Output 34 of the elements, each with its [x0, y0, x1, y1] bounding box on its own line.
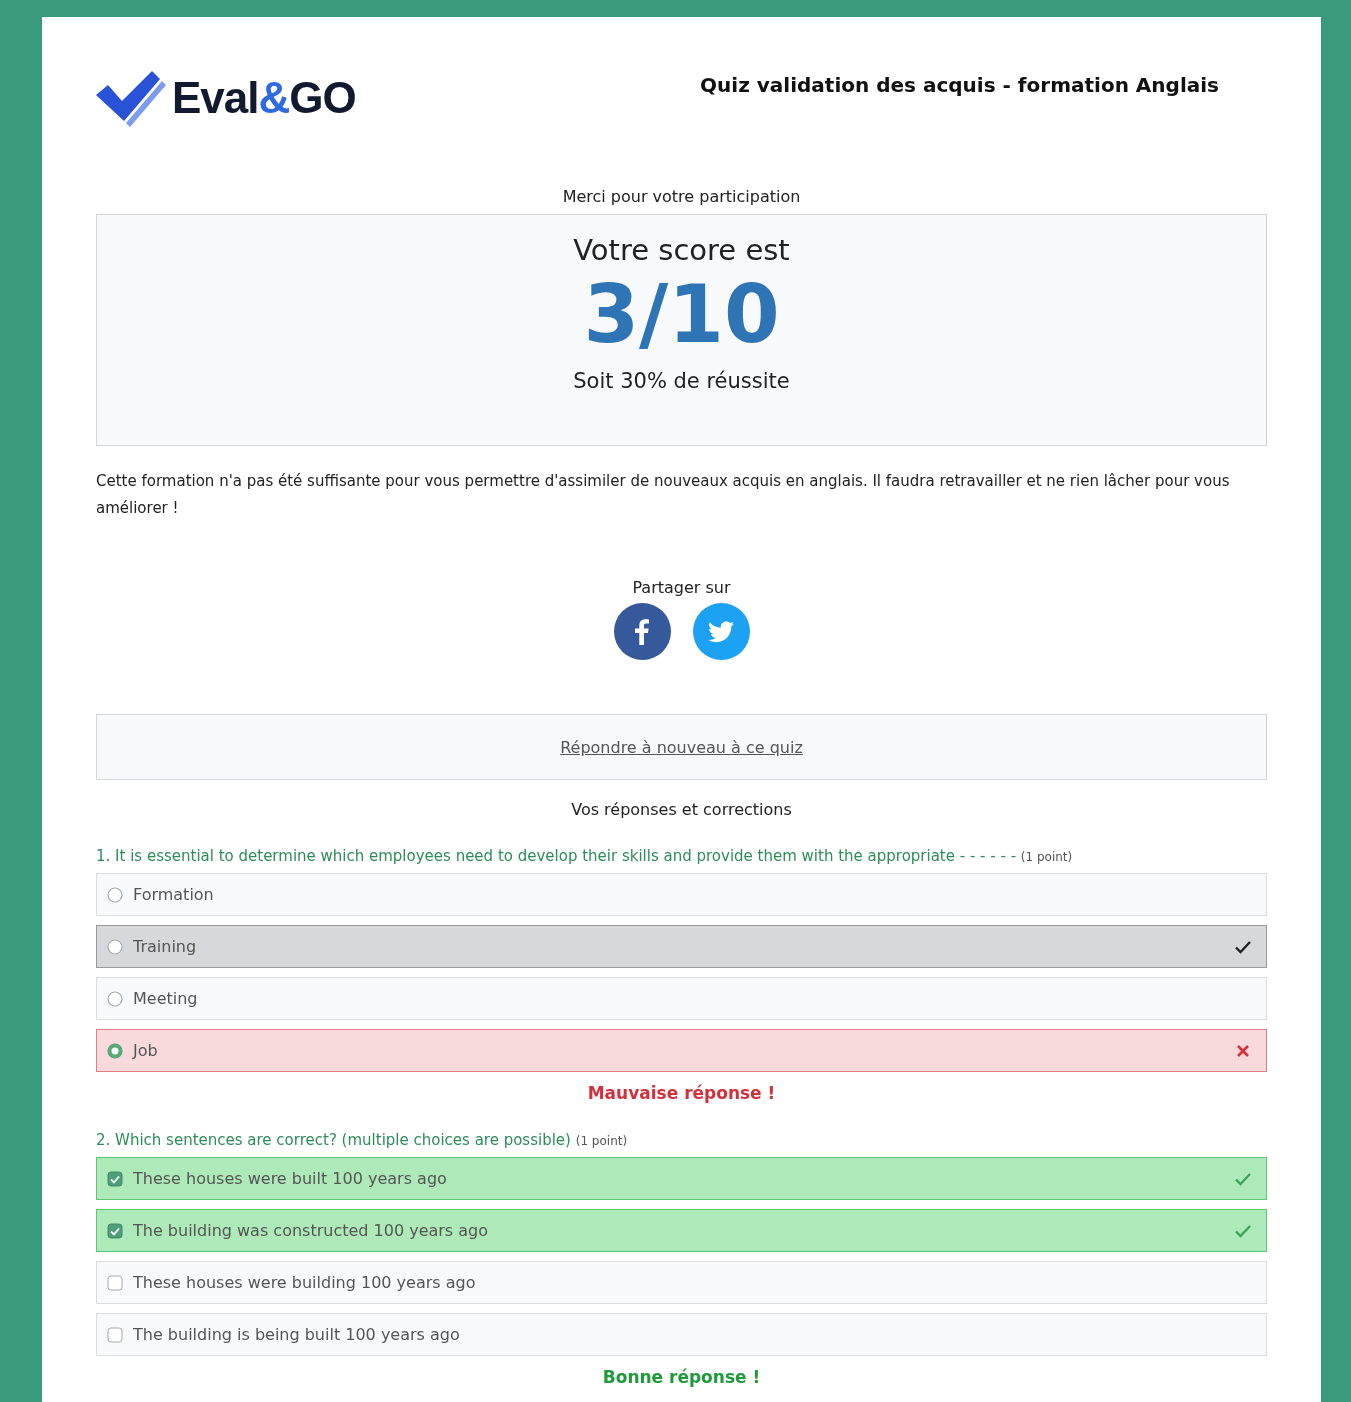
logo: Eval&GO [96, 67, 356, 129]
answer-option: These houses were building 100 years ago [96, 1261, 1267, 1304]
feedback-text: Mauvaise réponse ! [586, 1083, 777, 1103]
question-text: 1. It is essential to determine which employees need to develop their skills and provide them with the appropriate - - - - - - (1 point) [96, 847, 1074, 865]
score-heading: Votre score est [573, 233, 790, 267]
bird-icon [708, 620, 734, 643]
radio-button[interactable] [107, 990, 123, 1007]
answer-option: Training [96, 925, 1267, 968]
answer-option: Meeting [96, 977, 1267, 1020]
answer-option: Job [96, 1029, 1267, 1072]
result-message: Cette formation n'a pas été suffisante pour vous permettre d'assimiler de nouveaux acquis en anglais. Il faudra retravailler et ne rien lâcher pour vous améliorer ! [96, 471, 1231, 519]
answer-option: The building was constructed 100 years ago [96, 1209, 1267, 1252]
score-value: 3/10 [583, 275, 780, 355]
quiz-title: Quiz validation des acquis - formation Anglais [700, 73, 1219, 97]
checkbox[interactable] [107, 1326, 123, 1343]
checkbox[interactable] [107, 1274, 123, 1291]
score-percent: Soit 30% de réussite [573, 369, 790, 393]
radio-button[interactable] [107, 886, 123, 903]
checkbox[interactable] [107, 1222, 123, 1239]
facebook-icon [635, 618, 649, 645]
share-label: Partager sur [632, 578, 731, 597]
retry-link[interactable]: Répondre à nouveau à ce quiz [560, 737, 803, 757]
radio-button[interactable] [107, 1042, 123, 1059]
question-text: 2. Which sentences are correct? (multiple choices are possible) (1 point) [96, 1131, 629, 1149]
answers-heading: Vos réponses et corrections [570, 800, 793, 819]
answer-option: Formation [96, 873, 1267, 916]
checkbox[interactable] [107, 1170, 123, 1187]
radio-button[interactable] [107, 938, 123, 955]
feedback-text: Bonne réponse ! [601, 1367, 762, 1387]
twitter-button[interactable] [692, 603, 750, 660]
answer-option: The building is being built 100 years ago [96, 1313, 1267, 1356]
facebook-button[interactable] [613, 603, 671, 660]
answer-option: These houses were built 100 years ago [96, 1157, 1267, 1200]
thanks-text: Merci pour votre participation [561, 187, 802, 206]
